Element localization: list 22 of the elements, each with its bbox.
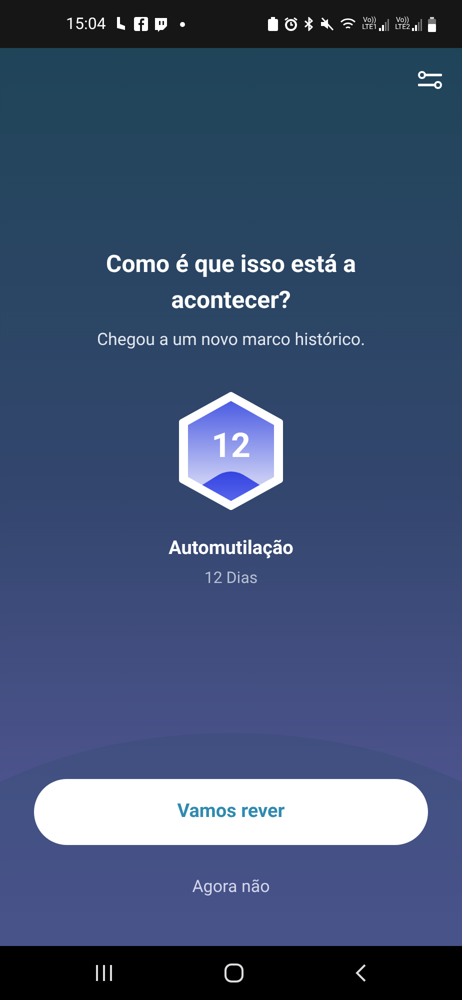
f-app-icon	[134, 17, 148, 31]
signal-icon	[412, 19, 422, 31]
not-now-link[interactable]: Agora não	[192, 874, 270, 900]
alarm-icon	[284, 17, 298, 31]
battery-saver-icon	[268, 17, 278, 31]
dot-icon	[180, 22, 185, 26]
battery-icon	[428, 16, 436, 32]
home-icon[interactable]	[224, 963, 244, 983]
settings-sliders-icon[interactable]	[418, 70, 442, 90]
dialog-title: Como é que isso está a acontecer?	[105, 249, 357, 316]
signal-icon	[379, 19, 390, 31]
bluetooth-icon	[304, 17, 314, 31]
mute-icon	[320, 17, 334, 31]
milestone-name: Automutilação	[168, 534, 294, 560]
review-button[interactable]: Vamos rever	[34, 778, 428, 844]
back-icon[interactable]	[354, 963, 367, 983]
clock: 15:04	[66, 13, 106, 35]
subtitle: Chegou a um novo marco histórico.	[96, 329, 366, 352]
recents-icon[interactable]	[95, 964, 114, 982]
badge-number: 12	[210, 426, 252, 466]
wifi-icon	[340, 18, 356, 30]
milestone-duration: 12 Dias	[204, 567, 258, 589]
